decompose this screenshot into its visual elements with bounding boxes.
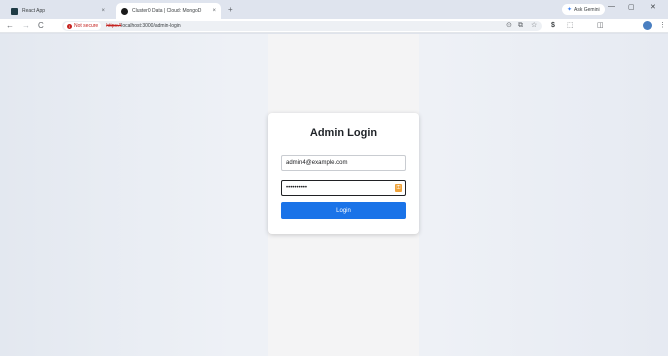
security-chip[interactable]: ! Not secure (64, 22, 102, 30)
bookmark-star-icon[interactable]: ☆ (531, 21, 537, 31)
tab-close-icon[interactable]: × (212, 8, 216, 14)
login-title: Admin Login (309, 127, 378, 139)
tab-title: Cluster0 Data | Cloud: MongoD (132, 8, 202, 14)
forward-icon[interactable]: → (22, 20, 30, 32)
url-text: https://localhost:3000/admin-login (106, 23, 181, 29)
email-field[interactable]: admin4@example.com (281, 155, 406, 171)
cast-icon[interactable]: ⧉ (518, 21, 523, 31)
reload-icon[interactable]: C (38, 20, 44, 32)
minimize-icon[interactable]: — (608, 3, 615, 10)
password-field[interactable]: •••••••••• ⚿ (281, 180, 406, 196)
url-path: localhost:3000/admin-login (121, 23, 181, 29)
key-lock-icon[interactable]: ⚿ (395, 184, 402, 192)
browser-toolbar: ← → C ! Not secure https://localhost:300… (0, 19, 668, 33)
menu-icon[interactable]: ⋮ (659, 21, 666, 31)
gemini-sparkle-icon: ✦ (567, 7, 573, 13)
login-button[interactable]: Login (281, 202, 406, 219)
profile-avatar[interactable] (643, 21, 652, 30)
tab-mongodb[interactable]: Cluster0 Data | Cloud: MongoD × (116, 3, 221, 19)
restore-icon[interactable]: ▢ (628, 3, 635, 11)
back-icon[interactable]: ← (6, 20, 14, 32)
email-value: admin4@example.com (286, 160, 348, 166)
password-value: •••••••••• (286, 185, 308, 191)
gemini-label: Ask Gemini (574, 6, 600, 13)
tab-close-icon[interactable]: × (101, 8, 105, 14)
mongodb-favicon-icon (121, 7, 128, 15)
side-panel-icon[interactable]: ◫ (597, 21, 604, 31)
tab-react-app[interactable]: React App × (6, 3, 110, 19)
ask-gemini-button[interactable]: ✦ Ask Gemini (562, 4, 605, 15)
security-chip-label: Not secure (74, 23, 99, 29)
react-favicon-icon (11, 7, 18, 15)
dollar-extension-icon[interactable]: $ (551, 21, 555, 31)
url-scheme: https:// (106, 23, 122, 29)
login-card: Admin Login admin4@example.com •••••••••… (268, 113, 419, 234)
extensions-puzzle-icon[interactable]: ⬚ (567, 21, 574, 31)
tab-title: React App (22, 8, 46, 14)
tab-strip: React App × Cluster0 Data | Cloud: Mongo… (0, 0, 668, 19)
address-bar[interactable]: ! Not secure https://localhost:3000/admi… (62, 21, 542, 31)
close-window-icon[interactable]: ✕ (650, 3, 656, 11)
new-tab-icon[interactable]: + (228, 5, 233, 14)
location-icon[interactable]: ⊙ (506, 21, 512, 31)
warning-icon: ! (67, 23, 72, 29)
